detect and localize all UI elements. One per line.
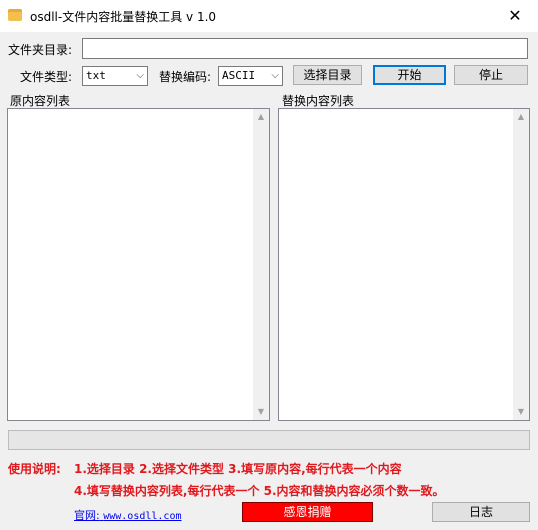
website-link[interactable]: 官网: www.osdll.com xyxy=(74,507,182,523)
start-button[interactable]: 开始 xyxy=(373,65,446,85)
replace-list-label: 替换内容列表 xyxy=(282,94,355,108)
original-content-textarea[interactable]: ▲ ▼ xyxy=(7,108,270,421)
instructions-line1: 1.选择目录 2.选择文件类型 3.填写原内容,每行代表一个内容 xyxy=(74,462,402,476)
window-title: osdll-文件内容批量替换工具 v 1.0 xyxy=(30,10,217,24)
encoding-label: 替换编码: xyxy=(159,70,212,84)
chevron-down-icon: ⌵ xyxy=(271,70,279,81)
scrollbar[interactable]: ▲ ▼ xyxy=(253,109,269,420)
encoding-value: ASCII xyxy=(222,69,256,82)
filetype-value: txt xyxy=(86,69,106,82)
donate-button[interactable]: 感恩捐赠 xyxy=(242,502,373,522)
instructions-heading: 使用说明: xyxy=(8,462,61,476)
log-button[interactable]: 日志 xyxy=(432,502,530,522)
encoding-select[interactable]: ASCII ⌵ xyxy=(218,66,283,86)
scroll-down-icon[interactable]: ▼ xyxy=(513,404,529,420)
scroll-down-icon[interactable]: ▼ xyxy=(253,404,269,420)
folder-label: 文件夹目录: xyxy=(8,43,73,57)
scroll-up-icon[interactable]: ▲ xyxy=(253,109,269,125)
folder-input[interactable] xyxy=(82,38,528,59)
folder-icon xyxy=(8,9,22,21)
website-label: 官网: xyxy=(74,509,100,522)
close-icon[interactable]: ✕ xyxy=(500,2,530,30)
scrollbar[interactable]: ▲ ▼ xyxy=(513,109,529,420)
instructions-line2: 4.填写替换内容列表,每行代表一个 5.内容和替换内容必须个数一致。 xyxy=(74,484,445,498)
progress-bar xyxy=(8,430,530,450)
filetype-label: 文件类型: xyxy=(20,70,73,84)
website-url: www.osdll.com xyxy=(103,511,182,522)
select-dir-button[interactable]: 选择目录 xyxy=(293,65,362,85)
scroll-up-icon[interactable]: ▲ xyxy=(513,109,529,125)
title-bar: osdll-文件内容批量替换工具 v 1.0 ✕ xyxy=(0,0,538,32)
chevron-down-icon: ⌵ xyxy=(136,70,144,81)
replace-content-textarea[interactable]: ▲ ▼ xyxy=(278,108,530,421)
stop-button[interactable]: 停止 xyxy=(454,65,528,85)
filetype-select[interactable]: txt ⌵ xyxy=(82,66,148,86)
original-list-label: 原内容列表 xyxy=(10,94,71,108)
